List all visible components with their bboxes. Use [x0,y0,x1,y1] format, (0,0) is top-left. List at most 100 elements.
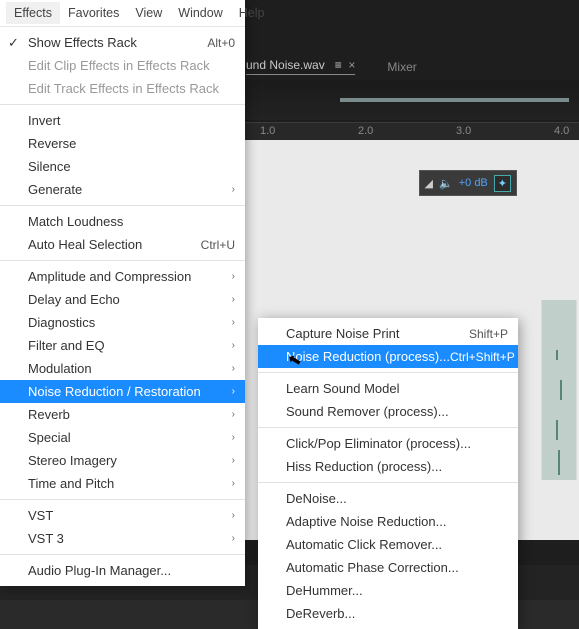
item-match-loudness[interactable]: Match Loudness [0,210,245,233]
sub-autophase[interactable]: Automatic Phase Correction... [258,556,518,579]
label: Automatic Phase Correction... [286,560,459,575]
ruler-tick: 2.0 [358,125,373,137]
gain-value[interactable]: +0 dB [459,177,488,189]
chevron-right-icon: › [232,294,235,305]
label: Diagnostics [28,315,95,330]
effects-menu-panel: Effects Favorites View Window Help Show … [0,0,245,586]
item-noise-reduction[interactable]: Noise Reduction / Restoration › [0,380,245,403]
chevron-right-icon: › [232,271,235,282]
label: Modulation [28,361,92,376]
separator [0,499,245,500]
item-invert[interactable]: Invert [0,109,245,132]
label: Amplitude and Compression [28,269,191,284]
sub-adaptive[interactable]: Adaptive Noise Reduction... [258,510,518,533]
sub-sound-remover[interactable]: Sound Remover (process)... [258,400,518,423]
separator [0,205,245,206]
separator [0,104,245,105]
waveform-peak [539,300,579,480]
pan-icon[interactable]: ◢ [425,177,433,190]
sub-autoclick[interactable]: Automatic Click Remover... [258,533,518,556]
file-tab-label: und Noise.wav [246,58,325,72]
separator [258,427,518,428]
chevron-right-icon: › [232,432,235,443]
label: Audio Plug-In Manager... [28,563,171,578]
sub-clickpop[interactable]: Click/Pop Eliminator (process)... [258,432,518,455]
label: Filter and EQ [28,338,105,353]
label: Sound Remover (process)... [286,404,449,419]
label: Noise Reduction (process)... [286,349,450,364]
sub-dehummer[interactable]: DeHummer... [258,579,518,602]
separator [258,482,518,483]
item-modulation[interactable]: Modulation › [0,357,245,380]
shortcut: Ctrl+U [201,238,235,252]
menu-help[interactable]: Help [231,2,273,24]
sub-noise-reduction-process[interactable]: Noise Reduction (process)... Ctrl+Shift+… [258,345,518,368]
chevron-right-icon: › [232,363,235,374]
item-diagnostics[interactable]: Diagnostics › [0,311,245,334]
label: Edit Clip Effects in Effects Rack [28,58,210,73]
ruler-tick: 3.0 [456,125,471,137]
item-vst[interactable]: VST› [0,504,245,527]
hud-gain[interactable]: ◢ 🔈 +0 dB ✦ [419,170,517,196]
label: Generate [28,182,82,197]
item-special[interactable]: Special› [0,426,245,449]
label: Reverse [28,136,76,151]
mixer-tab[interactable]: Mixer [387,60,416,74]
label: Click/Pop Eliminator (process)... [286,436,471,451]
label: Auto Heal Selection [28,237,142,252]
item-plugin-manager[interactable]: Audio Plug-In Manager... [0,559,245,582]
item-reverse[interactable]: Reverse [0,132,245,155]
sub-dereverb[interactable]: DeReverb... [258,602,518,625]
close-icon[interactable]: × [348,58,355,72]
sub-denoise[interactable]: DeNoise... [258,487,518,510]
sub-capture-noise-print[interactable]: Capture Noise Print Shift+P [258,322,518,345]
noise-reduction-submenu: Capture Noise Print Shift+P Noise Reduct… [258,318,518,629]
sub-learn-sound-model[interactable]: Learn Sound Model [258,377,518,400]
item-filter-eq[interactable]: Filter and EQ › [0,334,245,357]
volume-icon[interactable]: 🔈 [439,177,453,190]
item-vst3[interactable]: VST 3 › [0,527,245,550]
separator [0,554,245,555]
label: Noise Reduction / Restoration [28,384,201,399]
chevron-right-icon: › [232,478,235,489]
label: Time and Pitch [28,476,114,491]
menu-favorites[interactable]: Favorites [60,2,127,24]
shortcut: Shift+P [469,327,508,341]
chevron-right-icon: › [232,340,235,351]
item-amplitude[interactable]: Amplitude and Compression › [0,265,245,288]
label: VST 3 [28,531,64,546]
label: VST [28,508,53,523]
chevron-right-icon: › [232,184,235,195]
item-time-pitch[interactable]: Time and Pitch › [0,472,245,495]
label: Match Loudness [28,214,123,229]
chevron-right-icon: › [232,317,235,328]
chevron-right-icon: › [232,533,235,544]
pin-icon[interactable]: ✦ [494,175,511,192]
label: Invert [28,113,61,128]
menu-window[interactable]: Window [170,2,230,24]
item-silence[interactable]: Silence [0,155,245,178]
label: Edit Track Effects in Effects Rack [28,81,219,96]
menubar: Effects Favorites View Window Help [0,0,245,27]
item-stereo-imagery[interactable]: Stereo Imagery › [0,449,245,472]
label: DeHummer... [286,583,363,598]
label: Stereo Imagery [28,453,117,468]
label: Reverb [28,407,70,422]
menu-effects[interactable]: Effects [6,2,60,24]
effects-dropdown: Show Effects Rack Alt+0 Edit Clip Effect… [0,27,245,586]
chevron-right-icon: › [232,386,235,397]
label: DeNoise... [286,491,347,506]
file-tab[interactable]: und Noise.wav ≡ × [246,58,355,75]
sub-hiss[interactable]: Hiss Reduction (process)... [258,455,518,478]
ruler-tick: 4.0 [554,125,569,137]
item-reverb[interactable]: Reverb› [0,403,245,426]
item-show-effects-rack[interactable]: Show Effects Rack Alt+0 [0,31,245,54]
shortcut: Alt+0 [207,36,235,50]
chevron-right-icon: › [232,455,235,466]
item-auto-heal[interactable]: Auto Heal Selection Ctrl+U [0,233,245,256]
item-delay[interactable]: Delay and Echo › [0,288,245,311]
label: Delay and Echo [28,292,120,307]
menu-view[interactable]: View [127,2,170,24]
label: Learn Sound Model [286,381,399,396]
item-generate[interactable]: Generate › [0,178,245,201]
